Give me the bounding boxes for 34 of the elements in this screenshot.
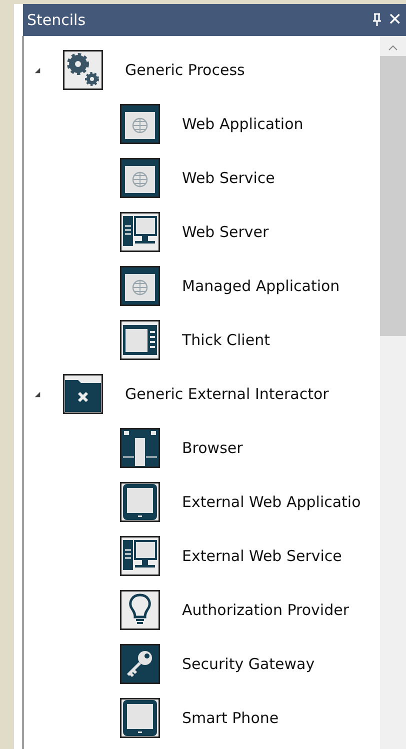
group-label[interactable]: Generic Process — [125, 61, 245, 79]
stencil-label[interactable]: External Web Service — [182, 547, 342, 565]
stencil-label[interactable]: Web Server — [182, 223, 269, 241]
stencil-label[interactable]: Web Application — [182, 115, 304, 133]
gears-icon — [63, 50, 103, 90]
expander-icon[interactable] — [34, 390, 41, 398]
tablet-icon — [120, 482, 160, 522]
stencil-label[interactable]: Smart Phone — [182, 709, 279, 727]
close-button[interactable]: ✕ — [388, 10, 402, 30]
browser-window-icon — [120, 104, 160, 144]
stencil-label[interactable]: Authorization Provider — [182, 601, 349, 619]
pin-icon[interactable] — [372, 13, 382, 27]
stencil-label[interactable]: Web Service — [182, 169, 275, 187]
scrollbar-thumb[interactable] — [380, 56, 406, 336]
stencil-label[interactable]: Browser — [182, 439, 243, 457]
group-label[interactable]: Generic External Interactor — [125, 385, 329, 403]
stencil-label[interactable]: Managed Application — [182, 277, 340, 295]
stencil-label[interactable]: Thick Client — [182, 331, 270, 349]
monitor-icon — [120, 320, 160, 360]
light-bulb-icon — [120, 590, 160, 630]
computer-icon — [120, 212, 160, 252]
folder-icon — [63, 374, 103, 414]
browser-window-icon — [120, 266, 160, 306]
computer-icon — [120, 536, 160, 576]
key-icon — [120, 644, 160, 684]
scrollbar[interactable] — [380, 36, 406, 749]
panel-title: Stencils — [27, 11, 87, 29]
browser-window-icon — [120, 158, 160, 198]
stencil-label[interactable]: Security Gateway — [182, 655, 315, 673]
binoculars-icon — [120, 428, 160, 468]
scroll-up-icon[interactable] — [388, 45, 398, 51]
tablet-icon — [120, 698, 160, 738]
expander-icon[interactable] — [34, 66, 41, 74]
stencil-label[interactable]: External Web Applicatio — [182, 493, 361, 511]
